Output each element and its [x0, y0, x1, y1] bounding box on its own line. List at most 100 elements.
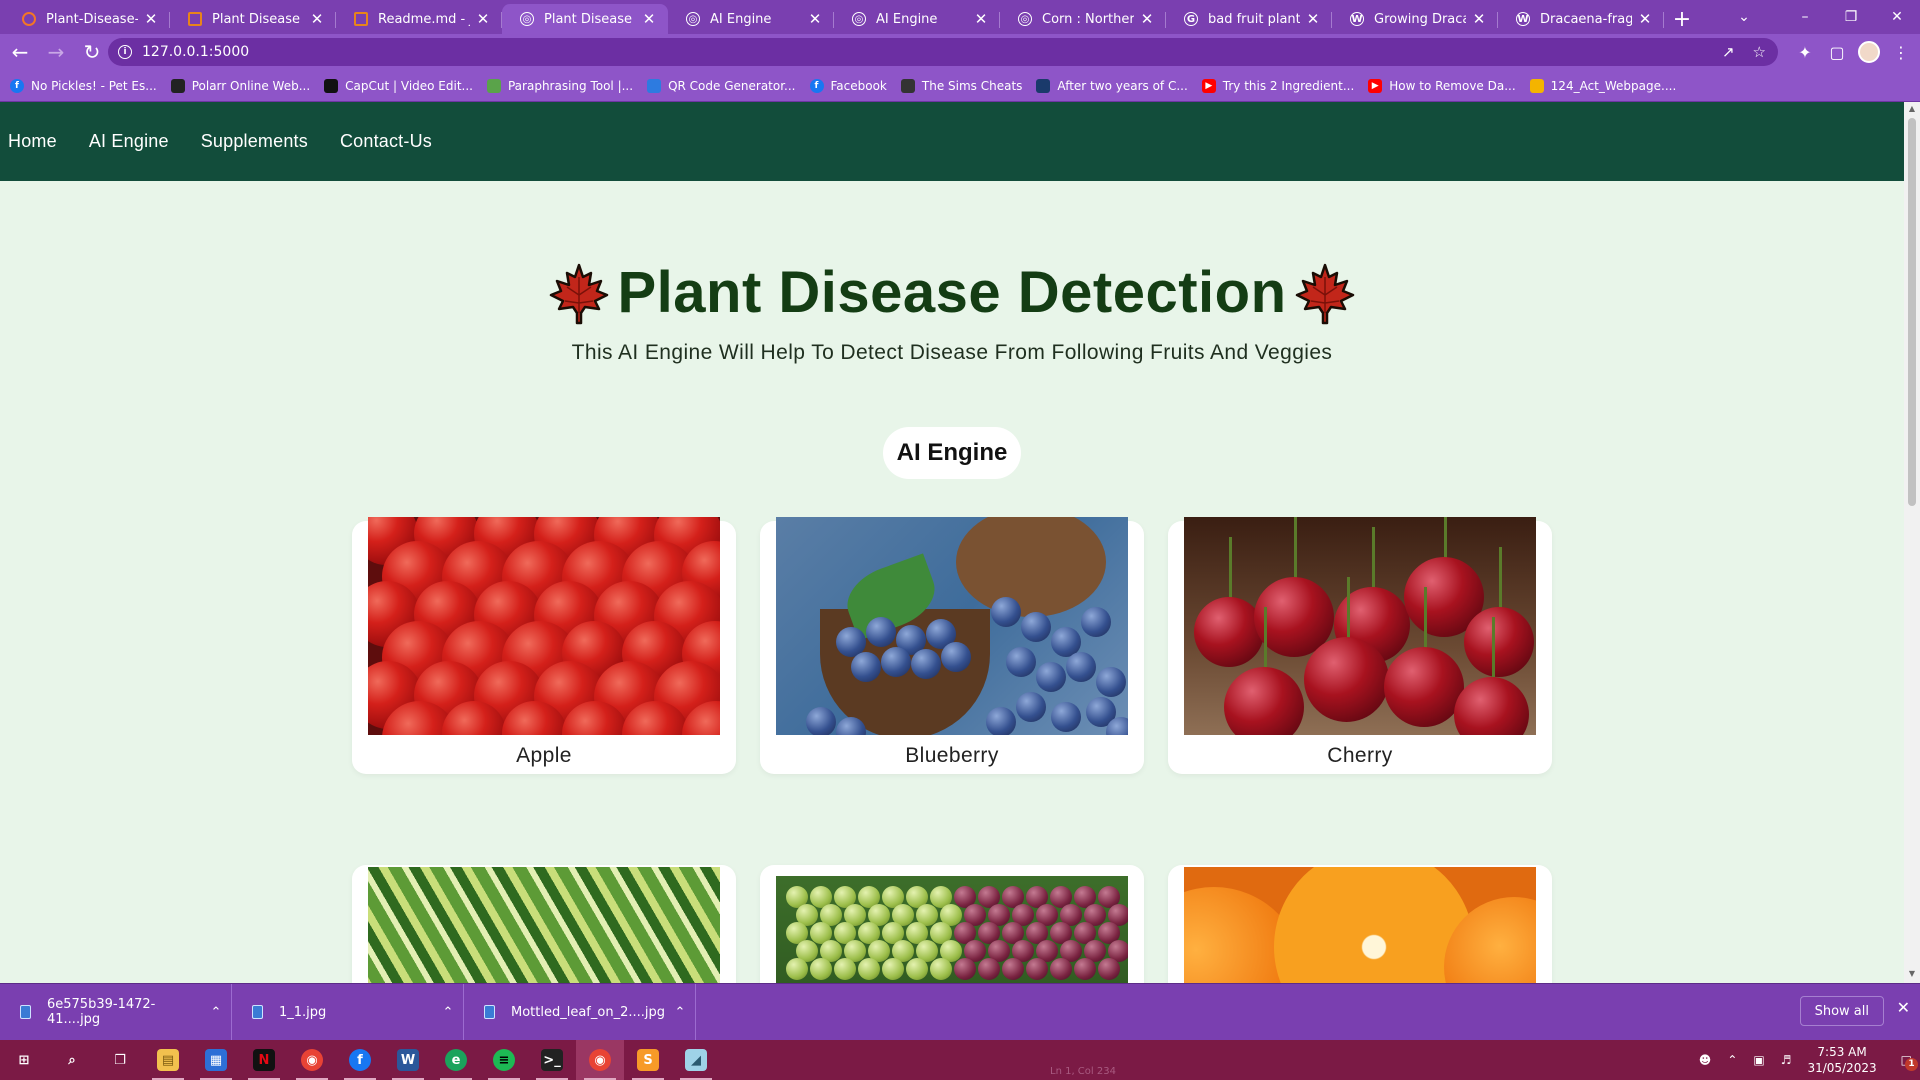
- facebook-icon[interactable]: f: [336, 1040, 384, 1080]
- bookmark-item[interactable]: Paraphrasing Tool |...: [486, 78, 633, 93]
- nav-home[interactable]: Home: [8, 131, 57, 152]
- minimize-button[interactable]: –: [1782, 0, 1828, 34]
- show-all-button[interactable]: Show all: [1799, 996, 1884, 1026]
- chevron-up-icon[interactable]: ⌃: [1727, 1053, 1737, 1067]
- download-item[interactable]: 1_1.jpg ⌃: [232, 983, 464, 1041]
- browser-tab[interactable]: W Dracaena-fragrans✕: [1498, 4, 1664, 34]
- share-icon[interactable]: ↗: [1722, 43, 1735, 61]
- bookmark-label: The Sims Cheats: [921, 78, 1023, 93]
- download-item[interactable]: 6e575b39-1472-41....jpg ⌃: [0, 983, 232, 1041]
- card-orange[interactable]: [1168, 864, 1552, 983]
- chrome-icon[interactable]: ◉: [288, 1040, 336, 1080]
- notes-icon[interactable]: ◢: [672, 1040, 720, 1080]
- store-icon[interactable]: ▦: [192, 1040, 240, 1080]
- bookmark-star-icon[interactable]: ☆: [1753, 43, 1766, 61]
- card-label: Apple: [516, 743, 572, 767]
- card-apple[interactable]: Apple: [352, 516, 736, 774]
- download-item[interactable]: Mottled_leaf_on_2....jpg ⌃: [464, 983, 696, 1041]
- bookmark-item[interactable]: ▶ Try this 2 Ingredient...: [1201, 78, 1354, 93]
- netflix-icon[interactable]: N: [240, 1040, 288, 1080]
- clock[interactable]: 7:53 AM 31/05/2023: [1807, 1044, 1876, 1076]
- scrollbar-thumb[interactable]: [1908, 118, 1916, 506]
- page-title: Plant Disease Detection: [541, 259, 1362, 326]
- reload-button[interactable]: ↻: [76, 36, 108, 68]
- close-tab-icon[interactable]: ✕: [142, 10, 160, 28]
- page-scrollbar[interactable]: ▲ ▼: [1904, 102, 1920, 983]
- url-text: 127.0.0.1:5000: [142, 44, 250, 60]
- browser-tab[interactable]: ◎ Corn : Northern Le✕: [1000, 4, 1166, 34]
- bookmark-item[interactable]: f No Pickles! - Pet Es...: [10, 78, 157, 93]
- start-icon[interactable]: ⊞: [0, 1040, 48, 1080]
- bookmark-item[interactable]: QR Code Generator...: [647, 78, 796, 93]
- bookmark-item[interactable]: After two years of C...: [1036, 78, 1188, 93]
- clock-time: 7:53 AM: [1817, 1045, 1867, 1059]
- browser-tab[interactable]: Plant-Disease-Dete✕: [4, 4, 170, 34]
- task-view-icon[interactable]: ❐: [96, 1040, 144, 1080]
- menu-icon[interactable]: ⋮: [1890, 38, 1912, 66]
- terminal-icon[interactable]: >_: [528, 1040, 576, 1080]
- apple-image: [368, 516, 720, 735]
- browser-tab[interactable]: ◎ Plant Disease Dete✕: [502, 4, 668, 34]
- edge-icon[interactable]: e: [432, 1040, 480, 1080]
- bookmark-item[interactable]: f Facebook: [809, 78, 887, 93]
- bookmark-item[interactable]: Polarr Online Web...: [170, 78, 310, 93]
- nav-ai-engine[interactable]: AI Engine: [89, 131, 169, 152]
- bookmark-item[interactable]: CapCut | Video Edit...: [324, 78, 473, 93]
- bookmark-label: CapCut | Video Edit...: [345, 78, 473, 93]
- word-icon[interactable]: W: [384, 1040, 432, 1080]
- browser-tab[interactable]: Readme.md - Jupy✕: [336, 4, 502, 34]
- browser-tab[interactable]: ◎ AI Engine ✕: [668, 4, 834, 34]
- card-dracaena[interactable]: [352, 864, 736, 983]
- nav-contact-us[interactable]: Contact-Us: [340, 131, 432, 152]
- site-info-icon[interactable]: i: [118, 45, 132, 59]
- close-tab-icon[interactable]: ✕: [1138, 10, 1156, 28]
- tab-strip: Plant-Disease-Dete✕Plant Disease Dete✕Re…: [0, 0, 1920, 34]
- close-tab-icon[interactable]: ✕: [474, 10, 492, 28]
- close-tab-icon[interactable]: ✕: [308, 10, 326, 28]
- file-explorer-icon[interactable]: ▤: [144, 1040, 192, 1080]
- close-tab-icon[interactable]: ✕: [1636, 10, 1654, 28]
- people-icon[interactable]: ☻: [1699, 1053, 1712, 1067]
- notification-icon[interactable]: □1: [1901, 1053, 1918, 1071]
- bookmark-item[interactable]: 124_Act_Webpage....: [1529, 78, 1676, 93]
- sublime-icon[interactable]: S: [624, 1040, 672, 1080]
- close-icon[interactable]: ✕: [1897, 998, 1910, 1017]
- close-tab-icon[interactable]: ✕: [1470, 10, 1488, 28]
- extensions-icon[interactable]: ✦: [1794, 38, 1816, 66]
- bookmark-label: No Pickles! - Pet Es...: [31, 78, 157, 93]
- card-blueberry[interactable]: Blueberry: [760, 516, 1144, 774]
- close-tab-icon[interactable]: ✕: [806, 10, 824, 28]
- chevron-up-icon[interactable]: ⌃: [665, 1005, 695, 1020]
- browser-tab[interactable]: Gbad fruit plant leav✕: [1166, 4, 1332, 34]
- chevron-up-icon[interactable]: ⌃: [433, 1005, 463, 1020]
- chrome-profile-icon[interactable]: ◉: [576, 1040, 624, 1080]
- dracaena-image: [368, 866, 720, 983]
- sims-icon: [900, 78, 915, 93]
- close-tab-icon[interactable]: ✕: [640, 10, 658, 28]
- card-grape[interactable]: [760, 864, 1144, 983]
- address-bar[interactable]: i 127.0.0.1:5000 ↗ ☆: [108, 38, 1778, 66]
- forward-button[interactable]: →: [40, 36, 72, 68]
- bookmark-label: After two years of C...: [1057, 78, 1188, 93]
- search-icon[interactable]: ⌕: [48, 1040, 96, 1080]
- side-panel-icon[interactable]: ▢: [1826, 38, 1848, 66]
- bookmark-item[interactable]: ▶ How to Remove Da...: [1368, 78, 1516, 93]
- tab-search-icon[interactable]: ⌄: [1724, 0, 1764, 34]
- browser-tab[interactable]: Plant Disease Dete✕: [170, 4, 336, 34]
- new-tab-button[interactable]: +: [1664, 4, 1700, 34]
- network-icon[interactable]: ▣: [1753, 1053, 1764, 1067]
- nav-supplements[interactable]: Supplements: [201, 131, 308, 152]
- profile-avatar[interactable]: [1858, 41, 1880, 63]
- volume-icon[interactable]: ♬: [1781, 1053, 1792, 1067]
- bookmark-item[interactable]: The Sims Cheats: [900, 78, 1023, 93]
- browser-tab[interactable]: ◎ AI Engine ✕: [834, 4, 1000, 34]
- close-window-button[interactable]: ✕: [1874, 0, 1920, 34]
- card-cherry[interactable]: Cherry: [1168, 516, 1552, 774]
- restore-button[interactable]: ❐: [1828, 0, 1874, 34]
- back-button[interactable]: ←: [4, 36, 36, 68]
- close-tab-icon[interactable]: ✕: [972, 10, 990, 28]
- spotify-icon[interactable]: ≡: [480, 1040, 528, 1080]
- close-tab-icon[interactable]: ✕: [1304, 10, 1322, 28]
- chevron-up-icon[interactable]: ⌃: [201, 1005, 231, 1020]
- browser-tab[interactable]: W Growing Dracaena✕: [1332, 4, 1498, 34]
